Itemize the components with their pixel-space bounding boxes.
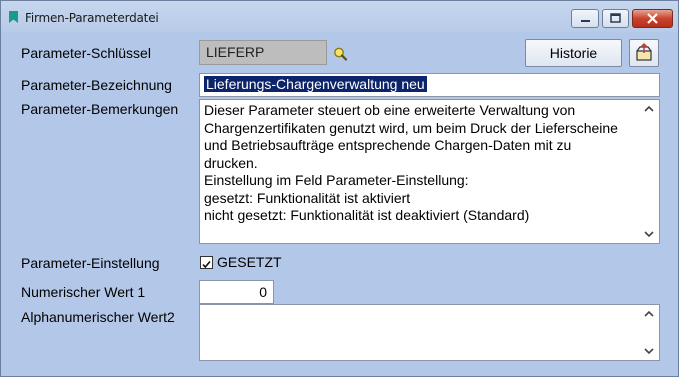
- minimize-icon: [581, 20, 590, 22]
- chevron-up-icon[interactable]: [644, 310, 654, 318]
- maximize-icon: [610, 13, 621, 23]
- alpha-scrollbar[interactable]: [641, 306, 658, 359]
- title-bar[interactable]: Firmen-Parameterdatei: [1, 1, 678, 32]
- checkmark-icon: [202, 260, 211, 269]
- remarks-line: gesetzt: Funktionalität ist aktiviert: [204, 189, 411, 206]
- bookmark-icon: [9, 11, 18, 23]
- name-value: Lieferungs-Chargenverwaltung neu: [204, 76, 427, 92]
- name-field[interactable]: Lieferungs-Chargenverwaltung neu: [199, 73, 660, 97]
- chevron-up-icon[interactable]: [644, 105, 654, 113]
- close-button[interactable]: [632, 9, 673, 28]
- numeric-label: Numerischer Wert 1: [21, 284, 146, 300]
- chevron-down-icon[interactable]: [644, 347, 654, 355]
- name-label: Parameter-Bezeichnung: [21, 77, 172, 93]
- setting-label: Parameter-Einstellung: [21, 255, 160, 271]
- key-label: Parameter-Schlüssel: [21, 45, 151, 61]
- form-area: Parameter-Schlüssel LIEFERP Historie Par…: [9, 33, 672, 370]
- remarks-label: Parameter-Bemerkungen: [21, 101, 179, 117]
- remarks-line: Einstellung im Feld Parameter-Einstellun…: [204, 172, 469, 188]
- main-window: Firmen-Parameterdatei Parameter-Schlüsse…: [0, 0, 679, 377]
- remarks-line: Dieser Parameter steuert ob eine erweite…: [204, 102, 576, 118]
- remarks-line: drucken.: [204, 154, 258, 171]
- export-icon: [636, 43, 652, 61]
- history-button[interactable]: Historie: [525, 39, 622, 67]
- chevron-down-icon[interactable]: [644, 230, 654, 238]
- alpha-textarea[interactable]: [199, 304, 660, 361]
- alpha-label: Alphanumerischer Wert2: [21, 309, 175, 325]
- key-field[interactable]: LIEFERP: [199, 40, 327, 65]
- remarks-line: nicht gesetzt: Funktionalität ist deakti…: [204, 207, 530, 223]
- remarks-scrollbar[interactable]: [641, 101, 658, 242]
- minimize-button[interactable]: [571, 9, 599, 28]
- close-icon: [647, 13, 658, 24]
- setting-checkbox-label[interactable]: GESETZT: [217, 254, 282, 270]
- magnifier-icon[interactable]: [332, 46, 348, 62]
- remarks-textarea[interactable]: Dieser Parameter steuert ob eine erweite…: [199, 99, 660, 244]
- setting-checkbox[interactable]: [200, 256, 213, 269]
- maximize-button[interactable]: [602, 9, 629, 28]
- export-button[interactable]: [629, 39, 659, 67]
- numeric-field[interactable]: 0: [199, 280, 274, 304]
- window-title: Firmen-Parameterdatei: [25, 11, 159, 25]
- remarks-line: und Betriebsaufträge entsprechende Charg…: [204, 137, 572, 153]
- remarks-line: Chargenzertifikaten genutzt wird, um bei…: [204, 119, 618, 136]
